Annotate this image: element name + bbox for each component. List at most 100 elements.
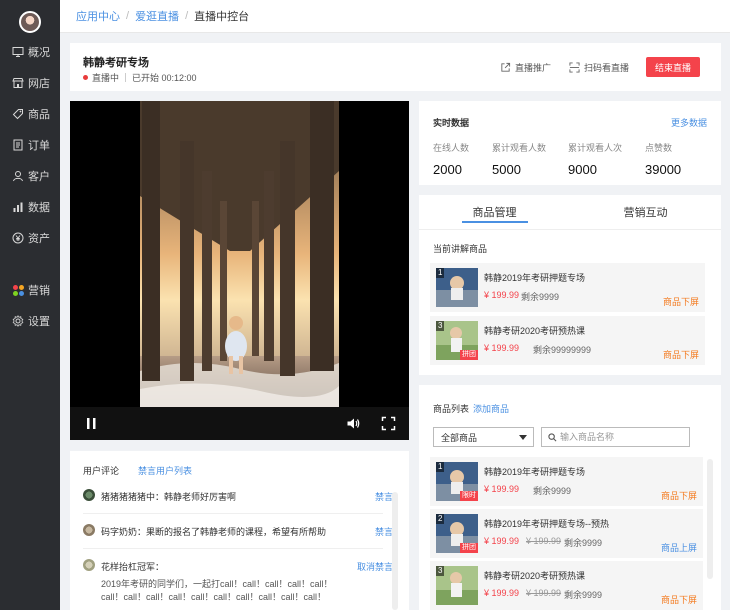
- stat-label: 累计观看人次: [568, 143, 623, 153]
- product-stock: 剩余9999: [564, 538, 603, 548]
- mute-button[interactable]: 禁言: [375, 525, 393, 538]
- sidebar-item-label: 营销: [28, 285, 50, 297]
- unmute-button[interactable]: 取消禁言: [357, 560, 393, 573]
- avatar[interactable]: [19, 11, 41, 33]
- stat-label: 点赞数: [645, 143, 673, 153]
- product-thumbnail: 1: [436, 268, 478, 307]
- product-off-screen-button[interactable]: 商品下屏: [663, 348, 699, 361]
- product-on-screen-button[interactable]: 商品上屏: [661, 541, 697, 554]
- current-product-card: 3 拼团 韩静考研2020考研预热课 ¥ 199.99 剩余99999999 商…: [430, 316, 705, 365]
- product-name: 韩静2019年考研押题专场: [484, 273, 586, 283]
- apps-icon: [12, 284, 24, 296]
- select-value: 全部商品: [441, 432, 478, 443]
- breadcrumb-live-app[interactable]: 爱逛直播: [135, 8, 179, 24]
- product-price: ¥ 199.99: [484, 484, 520, 494]
- stat-total-views: 累计观看人次 9000: [568, 141, 622, 177]
- sidebar-item-label: 资产: [28, 233, 50, 245]
- current-product-card: 1 韩静2019年考研押题专场 ¥ 199.99 剩余9999 商品下屏: [430, 263, 705, 312]
- product-stock: 剩余99999999: [533, 345, 592, 355]
- stat-value: 2000: [433, 162, 462, 177]
- product-list-item: 2 拼团 韩静2019年考研押题专场--预热 ¥ 199.99 ¥ 199.99…: [430, 509, 703, 558]
- product-off-screen-button[interactable]: 商品下屏: [663, 295, 699, 308]
- share-icon: [501, 62, 511, 72]
- comment-text: 花样抬杠冠军：: [101, 562, 165, 572]
- avatar: [83, 524, 95, 536]
- comment-body: 2019年考研的同学们，一起打call！call！call！call！call！…: [101, 579, 333, 602]
- product-original-price: ¥ 199.99: [526, 536, 562, 546]
- product-price: ¥ 199.99: [484, 343, 520, 353]
- blocked-users-link[interactable]: 禁言用户列表: [138, 464, 192, 477]
- tab-marketing-interaction[interactable]: 营销互动: [570, 195, 721, 229]
- scrollbar[interactable]: [392, 492, 398, 610]
- breadcrumb-separator: /: [185, 10, 189, 22]
- sidebar-item-assets[interactable]: 资产: [0, 226, 60, 250]
- stat-label: 在线人数: [433, 143, 470, 153]
- store-icon: [12, 77, 24, 89]
- stat-total-viewers: 累计观看人数 5000: [492, 141, 546, 177]
- sidebar-item-label: 设置: [28, 316, 50, 328]
- promote-button[interactable]: 直播推广: [500, 61, 551, 74]
- comment-text: 猪猪猪猪猪中：韩静老师好厉害啊: [101, 492, 237, 502]
- product-off-screen-button[interactable]: 商品下屏: [661, 593, 697, 606]
- product-thumbnail: 3: [436, 566, 478, 605]
- end-live-button[interactable]: 结束直播: [646, 57, 700, 77]
- product-name: 韩静考研2020考研预热课: [484, 326, 586, 336]
- comments-title: 用户评论: [83, 466, 120, 476]
- sidebar-item-settings[interactable]: 设置: [0, 309, 60, 333]
- sidebar-item-data[interactable]: 数据: [0, 195, 60, 219]
- product-thumbnail: 2 拼团: [436, 514, 478, 553]
- product-list-item: 3 韩静考研2020考研预热课 ¥ 199.99 ¥ 199.99 剩余9999…: [430, 561, 703, 610]
- video-player[interactable]: [70, 101, 409, 440]
- avatar: [83, 489, 95, 501]
- page-title: 韩静考研专场: [83, 57, 149, 69]
- mute-button[interactable]: 禁言: [375, 490, 393, 503]
- product-stock: 剩余9999: [521, 292, 560, 302]
- product-search[interactable]: [541, 427, 690, 447]
- bar-chart-icon: [12, 201, 24, 213]
- stat-value: 9000: [568, 162, 597, 177]
- pause-icon[interactable]: [84, 416, 99, 431]
- fullscreen-icon[interactable]: [381, 416, 396, 431]
- realtime-stats-panel: 实时数据 更多数据 在线人数 2000 累计观看人数 5000 累计观看人次 9…: [419, 101, 721, 185]
- scan-to-watch-button[interactable]: 扫码看直播: [569, 61, 629, 74]
- gear-icon: [12, 315, 24, 327]
- live-header: 韩静考研专场 直播中 已开始 00:12:00 直播推广 扫码看直播 结束直播: [70, 43, 721, 91]
- stat-online: 在线人数 2000: [433, 141, 469, 177]
- yen-coin-icon: [12, 232, 24, 244]
- elapsed-time: 已开始 00:12:00: [132, 73, 197, 83]
- sidebar-item-products[interactable]: 商品: [0, 102, 60, 126]
- divider: [83, 548, 383, 549]
- breadcrumb: 应用中心 / 爱逛直播 / 直播中控台: [60, 0, 730, 33]
- sidebar-item-label: 订单: [28, 140, 50, 152]
- document-icon: [12, 139, 24, 151]
- group-buy-badge: 拼团: [460, 350, 478, 360]
- product-filter-select[interactable]: 全部商品: [433, 427, 534, 447]
- divider: [83, 513, 383, 514]
- add-product-link[interactable]: 添加商品: [473, 402, 509, 415]
- more-data-link[interactable]: 更多数据: [671, 116, 707, 129]
- volume-icon[interactable]: [346, 416, 361, 431]
- scrollbar[interactable]: [707, 459, 713, 579]
- product-price: ¥ 199.99: [484, 536, 520, 546]
- breadcrumb-app-center[interactable]: 应用中心: [76, 8, 120, 24]
- tag-icon: [12, 108, 24, 120]
- search-input[interactable]: [560, 430, 686, 444]
- product-list-title: 商品列表: [433, 404, 470, 414]
- stat-likes: 点赞数 39000: [645, 141, 681, 177]
- scan-label: 扫码看直播: [584, 63, 630, 73]
- product-list-panel: 商品列表 添加商品 全部商品 1 限时 韩静2019年考研押题专场 ¥ 199.…: [419, 385, 721, 610]
- breadcrumb-separator: /: [126, 10, 130, 22]
- sidebar-item-marketing[interactable]: 营销: [0, 278, 60, 302]
- comment-text: 码字奶奶：果断的报名了韩静老师的课程，希望有所帮助: [101, 527, 327, 537]
- product-price: ¥ 199.99: [484, 290, 520, 300]
- product-off-screen-button[interactable]: 商品下屏: [661, 489, 697, 502]
- sidebar-item-customers[interactable]: 客户: [0, 164, 60, 188]
- product-price: ¥ 199.99: [484, 588, 520, 598]
- user-icon: [12, 170, 24, 182]
- sidebar-item-store[interactable]: 网店: [0, 71, 60, 95]
- sidebar-item-orders[interactable]: 订单: [0, 133, 60, 157]
- product-index: 1: [436, 462, 445, 472]
- product-index: 1: [436, 268, 445, 278]
- sidebar-item-overview[interactable]: 概况: [0, 40, 60, 64]
- tab-product-management[interactable]: 商品管理: [419, 195, 570, 229]
